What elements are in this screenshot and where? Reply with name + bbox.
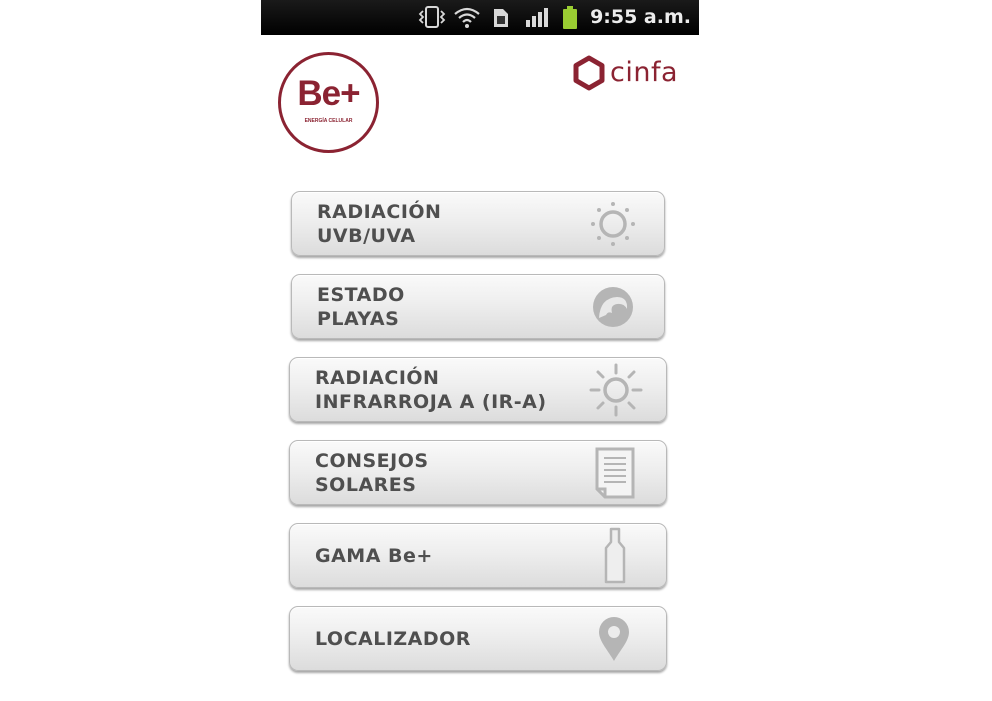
be-plus-logo-text: Be+ [297,74,360,113]
status-time: 9:55 a.m. [590,6,691,28]
cinfa-logo: cinfa [572,54,692,92]
app-header: Be+ ENERGÍA CELULAR cinfa [261,35,699,175]
document-icon [595,447,635,498]
sun-dotted-icon [591,201,635,246]
wifi-icon [454,7,480,28]
wave-icon [593,286,633,327]
menu-button-label: LOCALIZADOR [315,627,471,650]
app-screen: 9:55 a.m. Be+ ENERGÍA CELULAR cinfa RADI… [261,0,699,701]
signal-icon [526,8,548,27]
menu-button-label: GAMA Be+ [315,544,433,567]
menu-button-consejos-solares[interactable]: CONSEJOS SOLARES [289,440,667,505]
menu-button-label: RADIACIÓN INFRARROJA A (IR-A) [315,366,547,413]
menu-button-radiacion-infrarroja[interactable]: RADIACIÓN INFRARROJA A (IR-A) [289,357,667,422]
cinfa-hexagon-icon [573,55,605,91]
menu-button-label: ESTADO PLAYAS [317,283,405,330]
menu-button-radiacion-uvb-uva[interactable]: RADIACIÓN UVB/UVA [291,191,665,256]
location-pin-icon [599,616,629,661]
menu-button-estado-playas[interactable]: ESTADO PLAYAS [291,274,665,339]
bottle-icon [604,527,626,583]
sun-rays-icon [589,363,643,416]
be-plus-logo: Be+ ENERGÍA CELULAR [278,52,379,153]
menu-button-localizador[interactable]: LOCALIZADOR [289,606,667,671]
menu-button-gama-be-plus[interactable]: GAMA Be+ [289,523,667,588]
menu-button-label: RADIACIÓN UVB/UVA [317,200,442,247]
vibrate-icon [418,6,446,28]
status-bar: 9:55 a.m. [261,0,699,35]
battery-icon [563,6,577,29]
be-plus-logo-subtitle: ENERGÍA CELULAR [304,118,353,124]
menu-button-label: CONSEJOS SOLARES [315,449,429,496]
cinfa-logo-text: cinfa [610,57,679,88]
sim-card-icon [494,9,508,27]
